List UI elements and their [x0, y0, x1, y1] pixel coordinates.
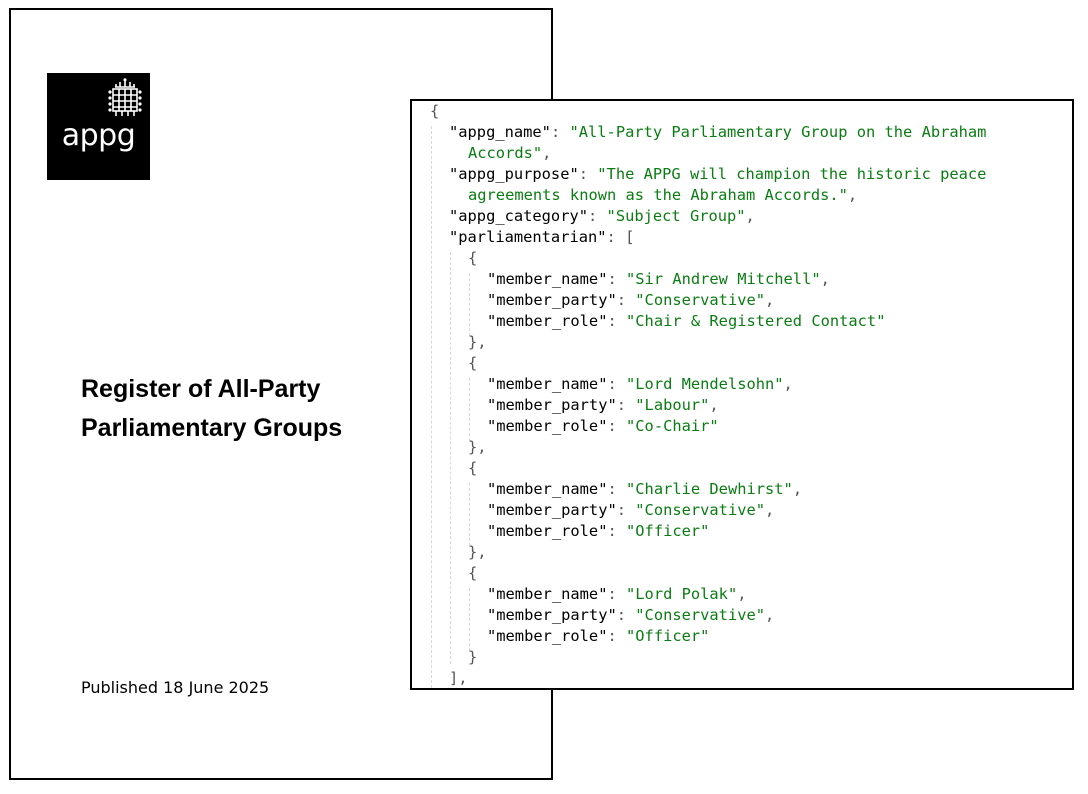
code-line: "member_name": "Lord Polak",: [487, 585, 747, 603]
portcullis-icon: [108, 78, 142, 116]
json-key: "appg_name": [449, 123, 551, 141]
member-name: "Lord Polak": [626, 585, 738, 603]
code-line: "member_party": "Conservative",: [487, 606, 775, 624]
code-line: "member_role": "Officer": [487, 627, 710, 645]
title-line-1: Register of All-Party: [81, 375, 321, 403]
logo-wordmark: appg: [61, 118, 136, 153]
code-line: "appg_purpose": "The APPG will champion …: [449, 165, 987, 183]
indent-guide: [469, 588, 470, 651]
indent-guide: [450, 252, 451, 664]
member-party: "Conservative": [635, 291, 766, 309]
member-role: "Chair & Registered Contact": [626, 312, 886, 330]
code-line: },: [468, 543, 487, 561]
brace: {: [430, 102, 440, 120]
code-line: {: [468, 564, 478, 582]
indent-guide: [469, 273, 470, 336]
code-line: },: [468, 333, 487, 351]
member-role: "Officer": [626, 627, 710, 645]
json-string: "The APPG will champion the historic pea…: [597, 165, 987, 183]
member-party: "Labour": [635, 396, 710, 414]
title-line-2: Parliamentary Groups: [81, 414, 343, 442]
code-line: }: [468, 648, 478, 666]
member-name: "Lord Mendelsohn": [626, 375, 784, 393]
indent-guide: [431, 126, 432, 688]
code-line: "member_role": "Co-Chair": [487, 417, 719, 435]
code-line: "member_party": "Conservative",: [487, 501, 775, 519]
json-key: "appg_category": [449, 207, 588, 225]
code-line: "member_name": "Sir Andrew Mitchell",: [487, 270, 830, 288]
json-key: "parliamentarian": [449, 228, 607, 246]
code-line: "member_party": "Labour",: [487, 396, 719, 414]
code-line: "member_party": "Conservative",: [487, 291, 775, 309]
code-line: },: [468, 438, 487, 456]
code-line: "member_role": "Officer": [487, 522, 710, 540]
code-line: "appg_name": "All-Party Parliamentary Gr…: [449, 123, 987, 141]
code-line: {: [468, 354, 478, 372]
json-string: Accords": [468, 144, 543, 162]
json-string: "All-Party Parliamentary Group on the Ab…: [569, 123, 987, 141]
published-date: Published 18 June 2025: [81, 678, 270, 697]
json-code-panel: { "appg_name": "All-Party Parliamentary …: [410, 99, 1074, 690]
code-line: "parliamentarian": [: [449, 228, 635, 246]
json-key: "appg_purpose": [449, 165, 579, 183]
code-line: ],: [449, 669, 468, 687]
member-role: "Officer": [626, 522, 710, 540]
code-line: "member_name": "Lord Mendelsohn",: [487, 375, 793, 393]
member-name: "Sir Andrew Mitchell": [626, 270, 821, 288]
json-code: { "appg_name": "All-Party Parliamentary …: [412, 101, 1072, 688]
json-string: agreements known as the Abraham Accords.…: [468, 186, 848, 204]
code-line: "appg_category": "Subject Group",: [449, 207, 755, 225]
member-party: "Conservative": [635, 606, 766, 624]
code-line: "member_name": "Charlie Dewhirst",: [487, 480, 803, 498]
code-line: agreements known as the Abraham Accords.…: [468, 186, 858, 204]
code-line: {: [430, 101, 439, 122]
member-role: "Co-Chair": [626, 417, 719, 435]
code-line: Accords",: [468, 144, 552, 162]
indent-guide: [469, 483, 470, 546]
member-name: "Charlie Dewhirst": [626, 480, 793, 498]
code-line: {: [468, 459, 478, 477]
json-string: "Subject Group": [606, 207, 746, 225]
indent-guide: [469, 378, 470, 441]
appg-logo: appg: [47, 73, 150, 180]
member-party: "Conservative": [635, 501, 766, 519]
code-line: "member_role": "Chair & Registered Conta…: [487, 312, 886, 330]
document-title: Register of All-Party Parliamentary Grou…: [81, 370, 401, 448]
code-line: {: [468, 249, 478, 267]
